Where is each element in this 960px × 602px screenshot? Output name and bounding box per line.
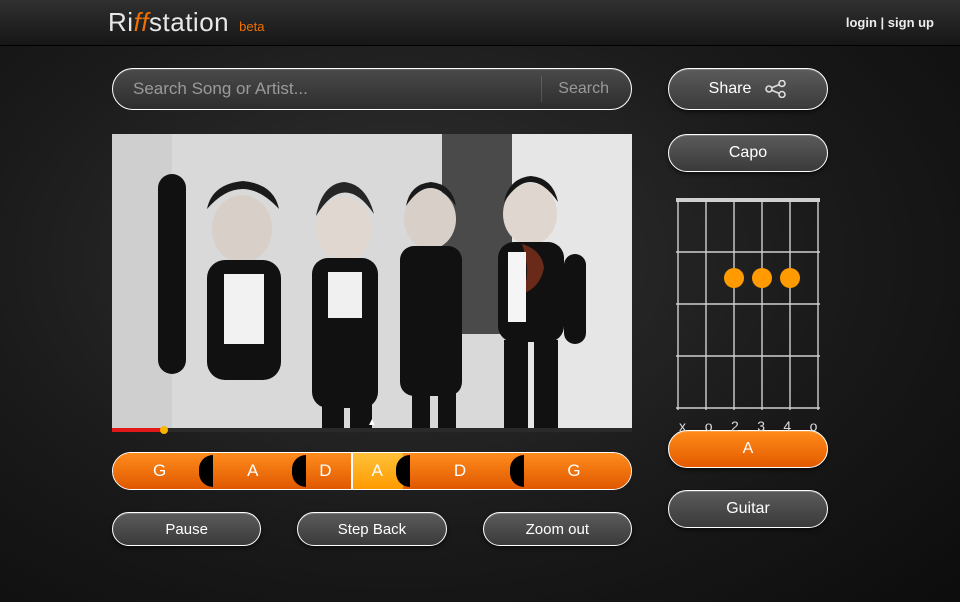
instrument-button[interactable]: Guitar [668, 490, 828, 528]
chord-segment[interactable]: D [403, 453, 517, 489]
expand-icon[interactable]: ▲ [367, 417, 377, 428]
share-icon [765, 80, 787, 98]
share-label: Share [709, 80, 752, 98]
video-still [112, 134, 632, 432]
auth-links: login | sign up [846, 15, 934, 30]
fret-dot [780, 268, 800, 288]
chord-segment[interactable]: A [206, 453, 299, 489]
fret-label: x [670, 418, 695, 434]
capo-button[interactable]: Capo [668, 134, 828, 172]
current-chord-button[interactable]: A [668, 430, 828, 468]
pause-button[interactable]: Pause [112, 512, 261, 546]
transport-controls: Pause Step Back Zoom out [112, 512, 632, 546]
fret-label: o [696, 418, 721, 434]
fret-dot [752, 268, 772, 288]
step-back-button[interactable]: Step Back [297, 512, 446, 546]
app-header: Riffstation beta login | sign up [0, 0, 960, 46]
chord-diagram: xo234o [668, 194, 828, 414]
search-input[interactable] [133, 79, 541, 99]
fret-label: 4 [775, 418, 800, 434]
progress-knob[interactable] [160, 426, 168, 434]
chord-segment[interactable]: G [113, 453, 206, 489]
video-player[interactable]: ▲ [112, 134, 632, 432]
search-button[interactable]: Search [541, 76, 625, 102]
search-bar[interactable]: Search [112, 68, 632, 110]
fret-label: 2 [722, 418, 747, 434]
signup-link[interactable]: sign up [888, 15, 934, 30]
fret-label: 3 [749, 418, 774, 434]
fret-labels: xo234o [668, 414, 828, 434]
brand: Riffstation beta [108, 7, 264, 38]
brand-tag: beta [239, 19, 264, 34]
login-link[interactable]: login [846, 15, 877, 30]
chord-segment[interactable]: G [517, 453, 631, 489]
share-button[interactable]: Share [668, 68, 828, 110]
fret-label: o [801, 418, 826, 434]
chord-timeline[interactable]: GADADG [112, 452, 632, 490]
brand-name: Riffstation [108, 7, 229, 38]
video-progress[interactable] [112, 428, 632, 432]
fret-dot [724, 268, 744, 288]
chord-segment[interactable]: D [299, 453, 351, 489]
playhead[interactable] [351, 453, 353, 489]
zoom-out-button[interactable]: Zoom out [483, 512, 632, 546]
